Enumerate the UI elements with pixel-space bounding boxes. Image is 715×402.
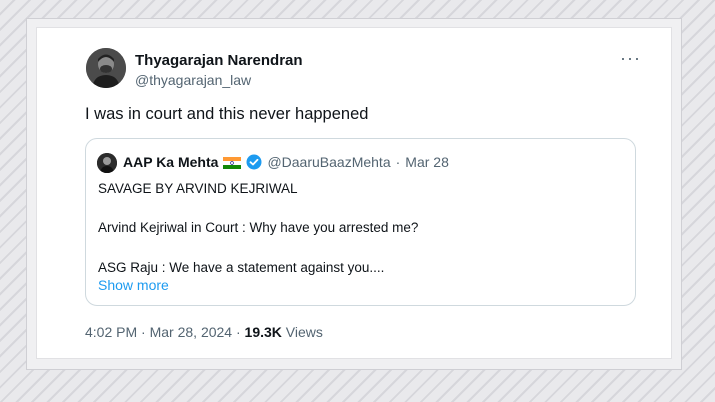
views-label: Views: [285, 324, 323, 340]
quote-author-avatar[interactable]: [97, 153, 117, 173]
footer-separator: ·: [235, 324, 241, 340]
tweet-text: I was in court and this never happened: [85, 105, 369, 123]
tweet-card[interactable]: Thyagarajan Narendran @thyagarajan_law ·…: [36, 27, 672, 359]
quote-separator: ·: [395, 154, 401, 170]
india-flag-icon: [223, 156, 242, 169]
quoted-tweet[interactable]: AAP Ka Mehta @DaaruBaazMehta · Mar 28 SA…: [85, 138, 636, 306]
tweet-date[interactable]: Mar 28, 2024: [150, 324, 233, 340]
author-avatar[interactable]: [86, 48, 126, 88]
footer-separator: ·: [141, 324, 146, 340]
author-handle[interactable]: @thyagarajan_law: [135, 72, 251, 88]
quote-text-line-1: SAVAGE BY ARVIND KEJRIWAL: [98, 181, 298, 196]
views-count: 19.3K: [244, 324, 282, 340]
show-more-link[interactable]: Show more: [98, 277, 169, 293]
quote-author-name[interactable]: AAP Ka Mehta: [123, 154, 218, 170]
tweet-time[interactable]: 4:02 PM: [85, 324, 137, 340]
quote-text-line-2: Arvind Kejriwal in Court : Why have you …: [98, 220, 419, 235]
more-options-icon[interactable]: ···: [620, 48, 641, 69]
tweet-footer: 4:02 PM · Mar 28, 2024 · 19.3K Views: [85, 324, 323, 340]
author-name[interactable]: Thyagarajan Narendran: [135, 52, 303, 69]
verified-badge-icon: [246, 154, 262, 170]
quote-author-handle[interactable]: @DaaruBaazMehta: [267, 154, 390, 170]
quote-header: AAP Ka Mehta @DaaruBaazMehta · Mar 28: [123, 154, 449, 170]
quote-text-line-3: ASG Raju : We have a statement against y…: [98, 260, 385, 275]
quote-date[interactable]: Mar 28: [405, 154, 449, 170]
